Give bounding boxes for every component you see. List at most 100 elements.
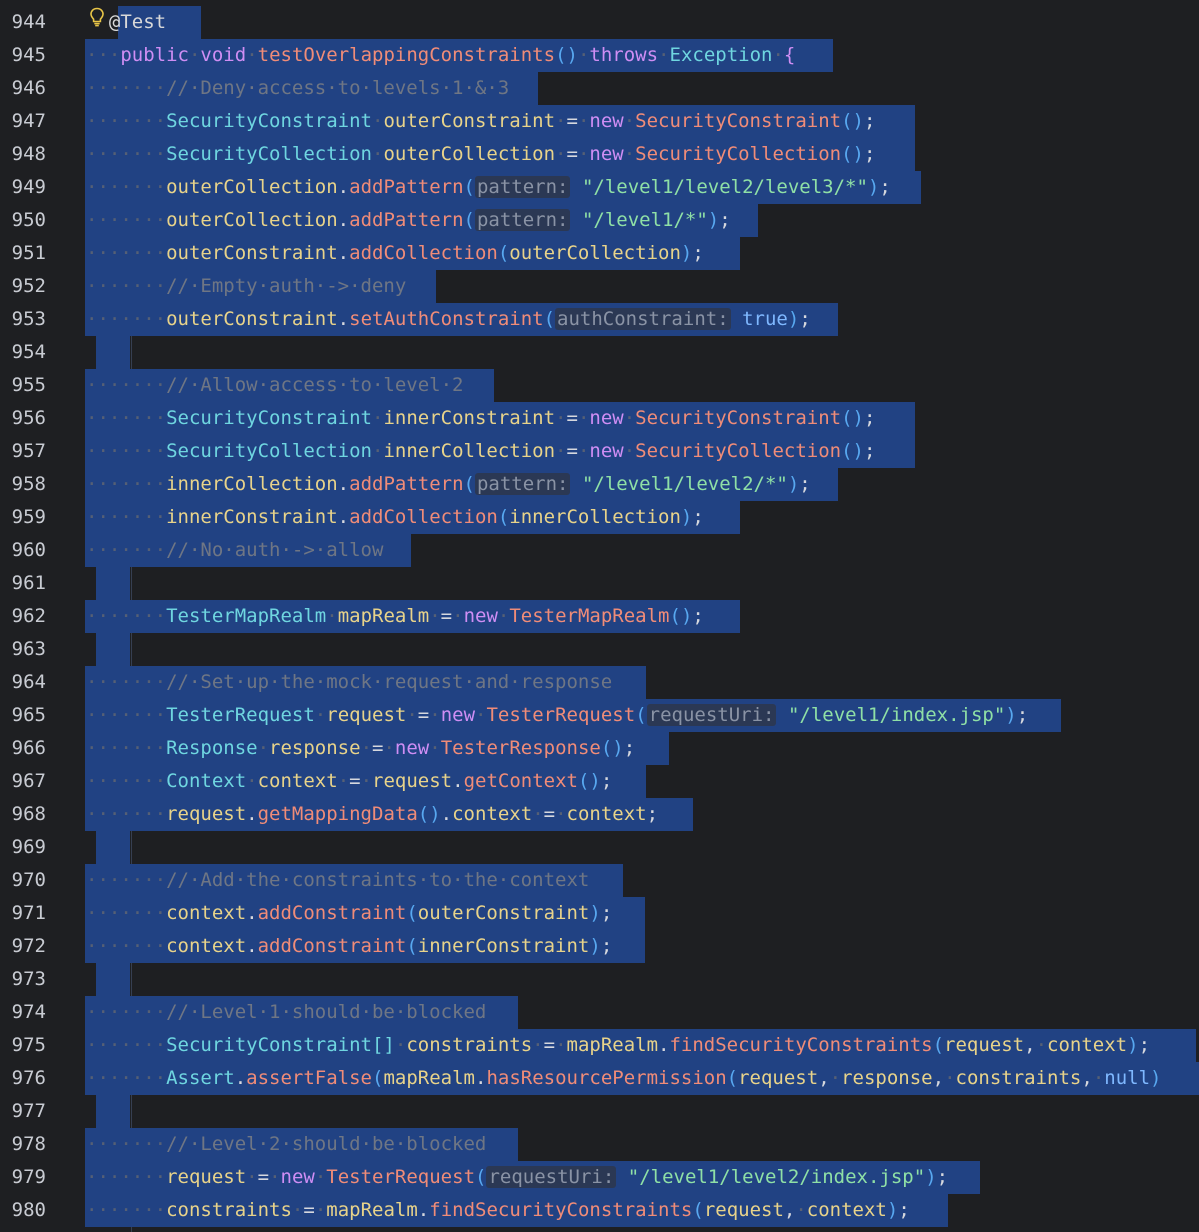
- code-token: .: [337, 176, 350, 198]
- code-line[interactable]: 976 ·······Assert.assertFalse(mapRealm.ha…: [0, 1062, 1199, 1095]
- code-line[interactable]: 953 ·······outerConstraint.setAuthConstra…: [0, 303, 1199, 336]
- code-line[interactable]: 970 ·······//·Add·the·constraints·to·the·…: [0, 864, 1199, 897]
- code-line[interactable]: 967 ·······Context·context·=·request.getC…: [0, 765, 1199, 798]
- code-text: ·······TesterMapRealm·mapRealm·=·new·Tes…: [86, 600, 704, 633]
- code-token: "/level1/level2/index.jsp": [627, 1166, 926, 1188]
- code-line[interactable]: 944 @Test: [0, 6, 1199, 39]
- code-token: ·: [1092, 1067, 1105, 1089]
- code-line[interactable]: 969: [0, 831, 1199, 864]
- code-token: ·: [623, 110, 636, 132]
- code-text: ·······outerCollection.addPattern(patter…: [86, 204, 731, 237]
- code-line[interactable]: 956 ·······SecurityConstraint·innerConstr…: [0, 402, 1199, 435]
- code-token: ·: [360, 737, 373, 759]
- code-token: ·······: [86, 506, 167, 528]
- code-token: .: [246, 935, 258, 957]
- code-line[interactable]: 950 ·······outerCollection.addPattern(pat…: [0, 204, 1199, 237]
- code-token: ·: [658, 44, 670, 66]
- code-token: pattern:: [474, 473, 571, 495]
- code-line[interactable]: 977: [0, 1095, 1199, 1128]
- code-token: (: [726, 1067, 739, 1089]
- code-token: TesterResponse: [440, 737, 601, 759]
- code-token: TesterRequest: [486, 704, 636, 726]
- code-token: (: [406, 935, 418, 957]
- code-token: ·······: [86, 1199, 167, 1221]
- code-line[interactable]: 974 ·······//·Level·1·should·be·blocked: [0, 996, 1199, 1029]
- code-token: ·······: [86, 407, 167, 429]
- code-token: ): [707, 209, 720, 231]
- code-token: new: [280, 1166, 315, 1188]
- code-line[interactable]: 979 ·······request·=·new·TesterRequest(re…: [0, 1161, 1199, 1194]
- code-line[interactable]: 968 ·······request.getMappingData().conte…: [0, 798, 1199, 831]
- line-number: 970: [11, 869, 46, 891]
- lightbulb-icon[interactable]: [88, 7, 106, 27]
- code-editor[interactable]: 944 @Test 945 ···public·void·testOverlappi…: [0, 0, 1199, 1232]
- code-line[interactable]: 960 ·······//·No·auth·->·allow: [0, 534, 1199, 567]
- code-token: SecurityConstraint: [635, 407, 842, 429]
- code-token: ·: [314, 1166, 327, 1188]
- code-token: (): [600, 737, 624, 759]
- code-token: ·······: [86, 935, 167, 957]
- code-token: addCollection: [349, 506, 498, 528]
- code-token: addConstraint: [257, 902, 407, 924]
- code-line[interactable]: 957 ·······SecurityCollection·innerCollec…: [0, 435, 1199, 468]
- code-token: (: [543, 308, 556, 330]
- code-token: ·: [188, 44, 201, 66]
- code-line[interactable]: 955 ·······//·Allow·access·to·level·2: [0, 369, 1199, 402]
- code-text: ·······context.addConstraint(outerConstr…: [86, 897, 612, 930]
- code-token: ·······: [86, 1133, 167, 1155]
- code-token: ·: [577, 110, 590, 132]
- code-line[interactable]: 959 ·······innerConstraint.addCollection(…: [0, 501, 1199, 534]
- code-token: ·: [532, 1034, 544, 1056]
- code-line[interactable]: 975 ·······SecurityConstraint[]·constrain…: [0, 1029, 1199, 1062]
- code-token: SecurityCollection: [166, 143, 372, 165]
- code-token: ·: [555, 1034, 567, 1056]
- code-token: testOverlappingConstraints: [257, 44, 556, 66]
- line-number: 972: [11, 935, 46, 957]
- code-token: response: [841, 1067, 933, 1089]
- code-text: ·······//·Deny·access·to·levels·1·&·3: [86, 72, 509, 105]
- code-token: "/level1/index.jsp": [787, 704, 1006, 726]
- code-text: ·······innerCollection.addPattern(patter…: [86, 468, 811, 501]
- code-token: =: [543, 1034, 556, 1056]
- code-line[interactable]: 958 ·······innerCollection.addPattern(pat…: [0, 468, 1199, 501]
- code-line[interactable]: 966 ·······Response·response·=·new·Tester…: [0, 732, 1199, 765]
- code-token: ): [925, 1166, 937, 1188]
- code-line[interactable]: 949 ·······outerCollection.addPattern(pat…: [0, 171, 1199, 204]
- code-line[interactable]: 947 ·······SecurityConstraint·outerConstr…: [0, 105, 1199, 138]
- code-token: ·······: [86, 374, 167, 396]
- line-number: 952: [11, 275, 46, 297]
- code-line[interactable]: 946 ·······//·Deny·access·to·levels·1·&·3: [0, 72, 1199, 105]
- code-token: request: [326, 704, 407, 726]
- code-line[interactable]: 978 ·······//·Level·2·should·be·blocked: [0, 1128, 1199, 1161]
- code-line[interactable]: 948 ·······SecurityCollection·outerCollec…: [0, 138, 1199, 171]
- code-token: ·······: [86, 110, 167, 132]
- code-token: ): [680, 242, 693, 264]
- code-token: ;: [600, 902, 613, 924]
- code-line[interactable]: 961: [0, 567, 1199, 600]
- code-token: .: [474, 1067, 487, 1089]
- code-line[interactable]: 954: [0, 336, 1199, 369]
- line-number: 946: [11, 77, 46, 99]
- code-token: ·: [452, 605, 464, 627]
- code-token: SecurityConstraint: [166, 110, 372, 132]
- code-line[interactable]: 963: [0, 633, 1199, 666]
- code-token: SecurityConstraint: [635, 110, 842, 132]
- code-token: outerCollection: [166, 209, 338, 231]
- code-token: ·: [623, 407, 636, 429]
- code-token: context: [566, 803, 647, 825]
- code-token: =: [566, 407, 578, 429]
- code-line[interactable]: 952 ·······//·Empty·auth·->·deny: [0, 270, 1199, 303]
- code-line[interactable]: 972 ·······context.addConstraint(innerCon…: [0, 930, 1199, 963]
- code-line[interactable]: 951 ·······outerConstraint.addCollection(…: [0, 237, 1199, 270]
- code-line[interactable]: 980 ·······constraints·=·mapRealm.findSec…: [0, 1194, 1199, 1227]
- code-token: authConstraint:: [555, 308, 731, 330]
- code-line[interactable]: 962 ·······TesterMapRealm·mapRealm·=·new·…: [0, 600, 1199, 633]
- selection-highlight: [96, 336, 130, 369]
- code-text: ·······SecurityCollection·outerCollectio…: [86, 138, 875, 171]
- code-line[interactable]: 965 ·······TesterRequest·request·=·new·Te…: [0, 699, 1199, 732]
- code-line[interactable]: 945 ···public·void·testOverlappingConstra…: [0, 39, 1199, 72]
- code-line[interactable]: 971 ·······context.addConstraint(outerCon…: [0, 897, 1199, 930]
- code-line[interactable]: 973: [0, 963, 1199, 996]
- code-line[interactable]: 964 ·······//·Set·up·the·mock·request·and…: [0, 666, 1199, 699]
